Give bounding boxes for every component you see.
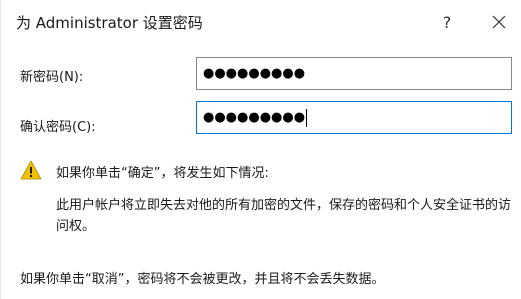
- dialog-title: 为 Administrator 设置密码: [16, 14, 203, 32]
- confirm-password-field[interactable]: ●●●●●●●●●: [196, 101, 512, 134]
- warning-heading: 如果你单击“确定”，将发生如下情况:: [56, 166, 269, 181]
- help-icon: ?: [442, 12, 452, 32]
- new-password-field[interactable]: ●●●●●●●●●: [196, 57, 512, 90]
- set-password-dialog: 为 Administrator 设置密码 ? 新密码(N): ●●●●●●●●●…: [0, 0, 521, 299]
- close-icon: [492, 15, 506, 29]
- title-bar: 为 Administrator 设置密码 ?: [1, 0, 521, 44]
- help-button[interactable]: ?: [429, 6, 465, 38]
- text-caret: [306, 108, 308, 127]
- confirm-password-value: ●●●●●●●●●: [203, 110, 306, 125]
- new-password-label: 新密码(N):: [20, 70, 84, 85]
- warning-icon: [20, 160, 42, 180]
- confirm-password-label: 确认密码(C):: [20, 120, 96, 135]
- warning-detail: 此用户帐户将立即失去对他的所有加密的文件，保存的密码和个人安全证书的访问权。: [56, 198, 512, 234]
- new-password-value: ●●●●●●●●●: [203, 66, 306, 81]
- close-button[interactable]: [481, 6, 517, 38]
- cancel-note: 如果你单击“取消”，密码将不会被更改，并且将不会丢失数据。: [20, 272, 385, 287]
